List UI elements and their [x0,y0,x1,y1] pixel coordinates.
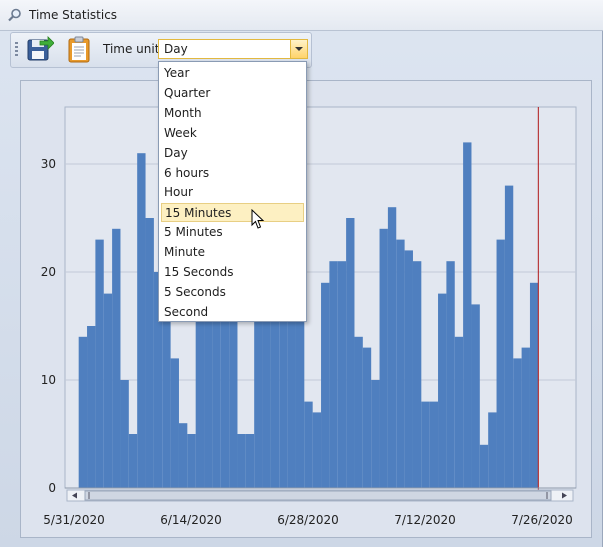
bar [396,239,405,488]
dropdown-option-label: 6 hours [164,165,210,180]
bar [120,380,129,488]
dropdown-option[interactable]: Day [161,144,304,163]
dropdown-option[interactable]: Hour [161,183,304,202]
bar [454,336,464,488]
bar [78,336,88,488]
bar [103,293,113,488]
bar [145,218,154,488]
dropdown-option-label: Hour [164,185,193,200]
y-tick-label: 20 [41,265,56,279]
dropdown-option[interactable]: Minute [161,243,304,262]
bar [379,228,388,489]
bar [112,228,121,489]
bar [362,347,372,488]
dropdown-option[interactable]: 6 hours [161,164,304,183]
time-unit-value: Day [164,42,188,56]
bar [178,423,188,488]
bar [479,444,489,488]
toolbar-grip[interactable] [15,42,18,58]
clipboard-icon[interactable] [65,35,93,63]
x-tick-label: 7/26/2020 [511,513,573,527]
bar [429,401,439,488]
mouse-cursor-icon [251,209,265,229]
magnifier-icon [8,8,21,22]
y-tick-label: 10 [41,373,56,387]
bar [438,293,447,488]
bar [346,218,355,488]
bar [521,347,530,488]
bar [237,434,246,488]
dropdown-option-label: Week [164,125,197,140]
bar [529,282,539,488]
dropdown-option[interactable]: 15 Seconds [161,263,304,282]
bar [504,185,514,488]
dropdown-option-label: 15 Seconds [164,265,234,279]
dropdown-option-label: Year [164,66,190,80]
bar [488,412,497,488]
bar [321,282,330,488]
dropdown-option[interactable]: Week [161,124,304,143]
x-tick-label: 6/14/2020 [160,513,222,527]
bar [128,434,138,488]
bar [404,250,413,488]
bar [412,261,422,488]
dropdown-option-label: Month [164,105,202,120]
dropdown-option-label: Minute [164,245,205,260]
bar [371,380,380,488]
time-unit-select[interactable]: Day [158,39,308,59]
bar [304,401,313,488]
bar [329,261,338,488]
x-tick-label: 6/28/2020 [277,513,339,527]
y-tick-label: 0 [48,481,56,495]
bar [170,358,179,488]
bar [446,261,455,488]
dropdown-option[interactable]: Month [161,104,304,123]
window-title: Time Statistics [29,8,118,22]
bar [354,336,363,488]
save-icon[interactable] [26,35,54,63]
dropdown-option-label: 5 Seconds [164,284,226,299]
dropdown-option[interactable]: 5 Seconds [161,283,304,302]
bar [295,315,305,488]
dropdown-option[interactable]: Year [161,64,304,83]
bar [312,412,322,488]
bar [245,434,255,488]
bar [187,434,196,488]
bar [254,293,263,488]
dropdown-option-label: 5 Minutes [164,225,223,240]
title-bar: Time Statistics [0,0,603,31]
dropdown-option[interactable]: 5 Minutes [161,223,304,242]
bar [471,304,480,488]
chevron-down-icon[interactable] [290,40,307,58]
bar [137,153,146,488]
y-tick-label: 30 [41,157,56,171]
x-tick-label: 7/12/2020 [394,513,456,527]
dropdown-option-label: Quarter [164,85,211,100]
bar [496,239,505,488]
bar [337,261,347,488]
bar [513,358,522,488]
bar [87,326,96,488]
dropdown-option[interactable]: 15 Minutes [161,203,304,223]
bar [387,207,397,488]
bar [463,142,472,488]
dropdown-option[interactable]: Second [161,303,304,322]
scrollbar-thumb[interactable] [84,490,552,501]
dropdown-option-label: Day [164,145,188,160]
time-unit-label: Time unit [103,42,160,56]
dropdown-option-label: Second [164,304,209,319]
x-tick-label: 5/31/2020 [43,513,105,527]
bar [95,239,104,488]
time-unit-dropdown-list[interactable]: Year Quarter Month Week Day 6 hours Hour 15 Min… [158,61,307,322]
bar [421,401,430,488]
dropdown-option[interactable]: Quarter [161,84,304,103]
dropdown-option-label: 15 Minutes [165,206,232,221]
